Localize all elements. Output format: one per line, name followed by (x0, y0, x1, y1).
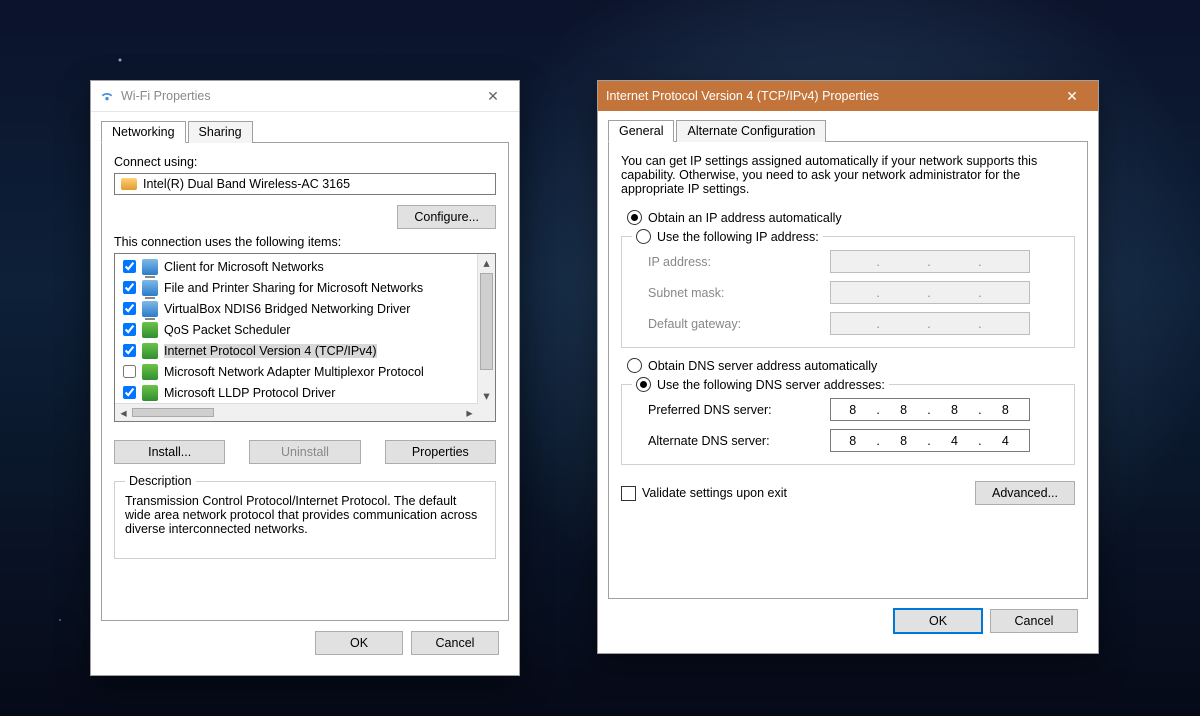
item-checkbox[interactable] (123, 281, 136, 294)
scroll-left-icon[interactable]: ◂ (115, 404, 132, 421)
monitor-icon (142, 301, 158, 317)
scroll-right-icon[interactable]: ▸ (461, 404, 478, 421)
green-icon (142, 343, 158, 359)
advanced-button[interactable]: Advanced... (975, 481, 1075, 505)
ip-manual-label: Use the following IP address: (657, 230, 819, 244)
item-label: VirtualBox NDIS6 Bridged Networking Driv… (164, 302, 410, 316)
green-icon (142, 364, 158, 380)
wifi-tabstrip: Networking Sharing (101, 120, 509, 142)
list-item[interactable]: Microsoft Network Adapter Multiplexor Pr… (115, 361, 478, 382)
connect-using-label: Connect using: (114, 155, 496, 169)
item-checkbox[interactable] (123, 365, 136, 378)
item-checkbox[interactable] (123, 323, 136, 336)
close-icon[interactable]: ✕ (1052, 84, 1092, 108)
cancel-button[interactable]: Cancel (411, 631, 499, 655)
wifi-icon (99, 88, 115, 104)
green-icon (142, 385, 158, 401)
subnet-mask-label: Subnet mask: (648, 286, 818, 300)
item-checkbox[interactable] (123, 344, 136, 357)
item-checkbox[interactable] (123, 260, 136, 273)
ip-manual-radio[interactable] (636, 229, 651, 244)
tab-networking[interactable]: Networking (101, 121, 186, 143)
items-listbox[interactable]: Client for Microsoft Networks File and Pr… (114, 253, 496, 422)
tcpip-tabpanel: You can get IP settings assigned automat… (608, 141, 1088, 599)
tab-sharing[interactable]: Sharing (188, 121, 253, 143)
tcpip-intro: You can get IP settings assigned automat… (621, 154, 1075, 196)
tcpip-title: Internet Protocol Version 4 (TCP/IPv4) P… (606, 89, 1052, 103)
subnet-mask-field: ... (830, 281, 1030, 304)
tab-general[interactable]: General (608, 120, 674, 142)
item-label: Client for Microsoft Networks (164, 260, 324, 274)
list-item[interactable]: Client for Microsoft Networks (115, 256, 478, 277)
item-label: Microsoft LLDP Protocol Driver (164, 386, 335, 400)
monitor-icon (142, 280, 158, 296)
default-gateway-label: Default gateway: (648, 317, 818, 331)
ok-button[interactable]: OK (315, 631, 403, 655)
alternate-dns-label: Alternate DNS server: (648, 434, 818, 448)
horizontal-scrollbar[interactable]: ◂ ▸ (115, 403, 478, 421)
tab-alternate-configuration[interactable]: Alternate Configuration (676, 120, 826, 142)
wifi-titlebar[interactable]: Wi-Fi Properties ✕ (91, 81, 519, 112)
ok-button[interactable]: OK (894, 609, 982, 633)
dns-auto-label: Obtain DNS server address automatically (648, 359, 877, 373)
wifi-title: Wi-Fi Properties (121, 89, 473, 103)
scroll-down-icon[interactable]: ▾ (478, 387, 495, 404)
item-label: Microsoft Network Adapter Multiplexor Pr… (164, 365, 424, 379)
properties-button[interactable]: Properties (385, 440, 496, 464)
wifi-properties-dialog: Wi-Fi Properties ✕ Networking Sharing Co… (90, 80, 520, 676)
item-label: Internet Protocol Version 4 (TCP/IPv4) (164, 344, 377, 358)
tcpip-properties-dialog: Internet Protocol Version 4 (TCP/IPv4) P… (597, 80, 1099, 654)
close-icon[interactable]: ✕ (473, 84, 513, 108)
description-text: Transmission Control Protocol/Internet P… (125, 494, 485, 548)
configure-button[interactable]: Configure... (397, 205, 496, 229)
install-button[interactable]: Install... (114, 440, 225, 464)
cancel-button[interactable]: Cancel (990, 609, 1078, 633)
items-label: This connection uses the following items… (114, 235, 496, 249)
validate-settings-label: Validate settings upon exit (642, 486, 787, 500)
alternate-dns-field[interactable]: 8.8.4.4 (830, 429, 1030, 452)
list-item[interactable]: VirtualBox NDIS6 Bridged Networking Driv… (115, 298, 478, 319)
adapter-field[interactable]: Intel(R) Dual Band Wireless-AC 3165 (114, 173, 496, 195)
scroll-thumb[interactable] (480, 273, 493, 370)
tcpip-tabstrip: General Alternate Configuration (608, 119, 1088, 141)
default-gateway-field: ... (830, 312, 1030, 335)
scroll-up-icon[interactable]: ▴ (478, 254, 495, 271)
ip-address-label: IP address: (648, 255, 818, 269)
green-icon (142, 322, 158, 338)
wifi-tabpanel: Connect using: Intel(R) Dual Band Wirele… (101, 142, 509, 621)
description-legend: Description (125, 474, 196, 488)
preferred-dns-label: Preferred DNS server: (648, 403, 818, 417)
vertical-scrollbar[interactable]: ▴ ▾ (477, 254, 495, 404)
item-checkbox[interactable] (123, 302, 136, 315)
dns-manual-radio[interactable] (636, 377, 651, 392)
ip-auto-label: Obtain an IP address automatically (648, 211, 842, 225)
list-item[interactable]: Internet Protocol Version 4 (TCP/IPv4) (115, 340, 478, 361)
nic-icon (121, 178, 137, 190)
monitor-icon (142, 259, 158, 275)
uninstall-button: Uninstall (249, 440, 360, 464)
list-item[interactable]: QoS Packet Scheduler (115, 319, 478, 340)
item-label: QoS Packet Scheduler (164, 323, 290, 337)
ip-address-field: ... (830, 250, 1030, 273)
validate-settings-checkbox[interactable] (621, 486, 636, 501)
tcpip-titlebar[interactable]: Internet Protocol Version 4 (TCP/IPv4) P… (598, 81, 1098, 111)
list-item[interactable]: Microsoft LLDP Protocol Driver (115, 382, 478, 403)
preferred-dns-field[interactable]: 8.8.8.8 (830, 398, 1030, 421)
item-label: File and Printer Sharing for Microsoft N… (164, 281, 423, 295)
dns-auto-radio[interactable] (627, 358, 642, 373)
dns-manual-label: Use the following DNS server addresses: (657, 378, 885, 392)
item-checkbox[interactable] (123, 386, 136, 399)
list-item[interactable]: File and Printer Sharing for Microsoft N… (115, 277, 478, 298)
adapter-name: Intel(R) Dual Band Wireless-AC 3165 (143, 177, 350, 191)
ip-auto-radio[interactable] (627, 210, 642, 225)
